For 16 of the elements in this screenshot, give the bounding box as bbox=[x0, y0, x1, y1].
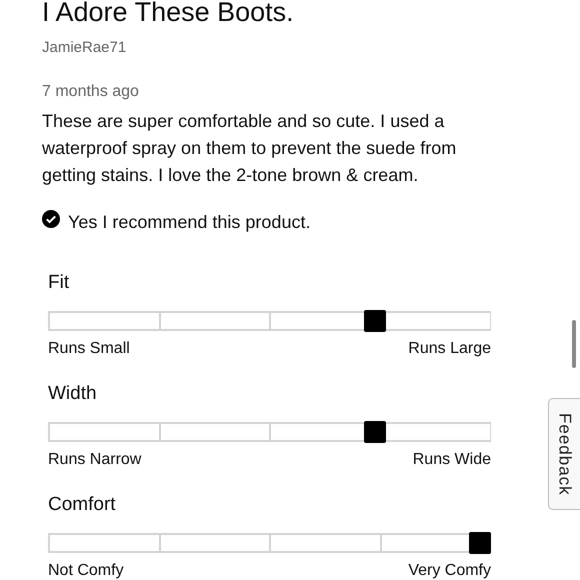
rating-label: Width bbox=[48, 382, 98, 406]
scale-max-label: Runs Large bbox=[408, 339, 491, 359]
scrollbar-thumb[interactable] bbox=[572, 320, 576, 368]
review-text: These are super comfortable and so cute. I used a waterproof spray on them to prevent the suede from getting stains. I love the 2-tone brown & cream. bbox=[42, 110, 458, 187]
scale-min-label: Runs Narrow bbox=[48, 450, 142, 470]
scale-min-label: Not Comfy bbox=[48, 561, 124, 580]
feedback-tab[interactable]: Feedback bbox=[548, 398, 580, 510]
scale-min-label: Runs Small bbox=[48, 339, 130, 359]
rating-label: Comfort bbox=[48, 493, 117, 517]
scale-max-label: Very Comfy bbox=[408, 561, 491, 580]
review-date: 7 months ago bbox=[42, 82, 140, 102]
review-title: I Adore These Boots. bbox=[42, 0, 295, 29]
scale-max-label: Runs Wide bbox=[412, 450, 491, 470]
rating-label: Fit bbox=[48, 271, 70, 295]
recommend-label: Yes I recommend this product. bbox=[68, 211, 310, 234]
reviewer-name: JamieRae71 bbox=[42, 38, 128, 58]
